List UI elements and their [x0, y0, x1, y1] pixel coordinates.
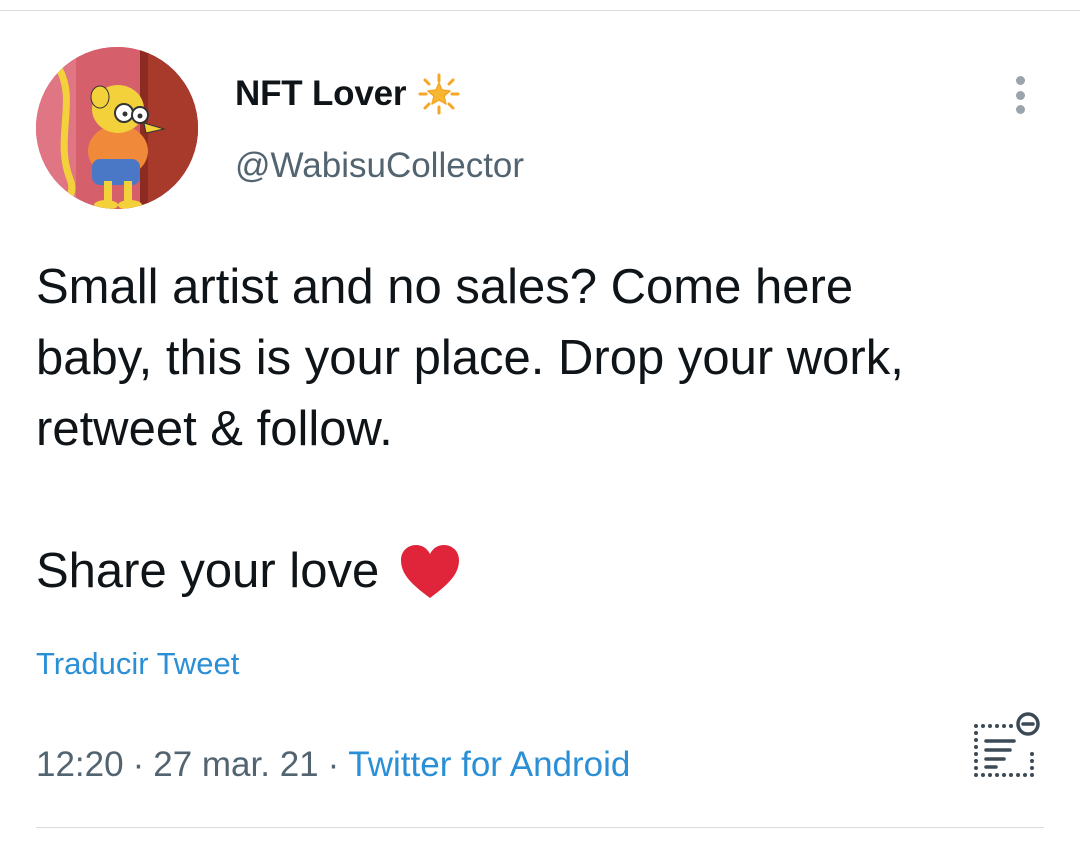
author-avatar[interactable]	[36, 47, 198, 209]
author-handle[interactable]: @WabisuCollector	[235, 146, 524, 186]
bottom-divider	[36, 827, 1044, 828]
tweet-text-line: Small artist and no sales? Come here	[36, 260, 854, 314]
top-divider	[0, 10, 1080, 11]
tweet-date[interactable]: 27 mar. 21	[153, 745, 318, 784]
tweet-text-line: baby, this is your place. Drop your work…	[36, 331, 904, 385]
more-dot	[1015, 90, 1025, 100]
tweet-text-line: retweet & follow.	[36, 402, 393, 456]
red-heart-icon	[399, 544, 461, 600]
tweet-time[interactable]: 12:20	[36, 745, 124, 784]
more-dot	[1015, 105, 1025, 114]
tweet-text: Small artist and no sales? Come here bab…	[36, 252, 1036, 465]
meta-separator: ·	[132, 745, 145, 784]
more-dot	[1015, 76, 1025, 85]
sparkle-star-icon	[418, 73, 460, 115]
share-text: Share your love	[36, 544, 380, 598]
cartoon-character-avatar	[36, 47, 198, 209]
author-name-row[interactable]: NFT Lover	[235, 72, 460, 116]
meta-separator: ·	[327, 745, 340, 784]
more-vertical-icon[interactable]	[1000, 72, 1040, 118]
display-name[interactable]: NFT Lover	[235, 74, 406, 114]
tweet-source-link[interactable]: Twitter for Android	[348, 745, 630, 784]
view-analytics-icon[interactable]	[968, 712, 1044, 782]
tweet-metadata: 12:20 · 27 mar. 21 · Twitter for Android	[36, 745, 630, 785]
tweet-share-line: Share your love	[36, 536, 461, 607]
translate-tweet-link[interactable]: Traducir Tweet	[36, 646, 239, 682]
